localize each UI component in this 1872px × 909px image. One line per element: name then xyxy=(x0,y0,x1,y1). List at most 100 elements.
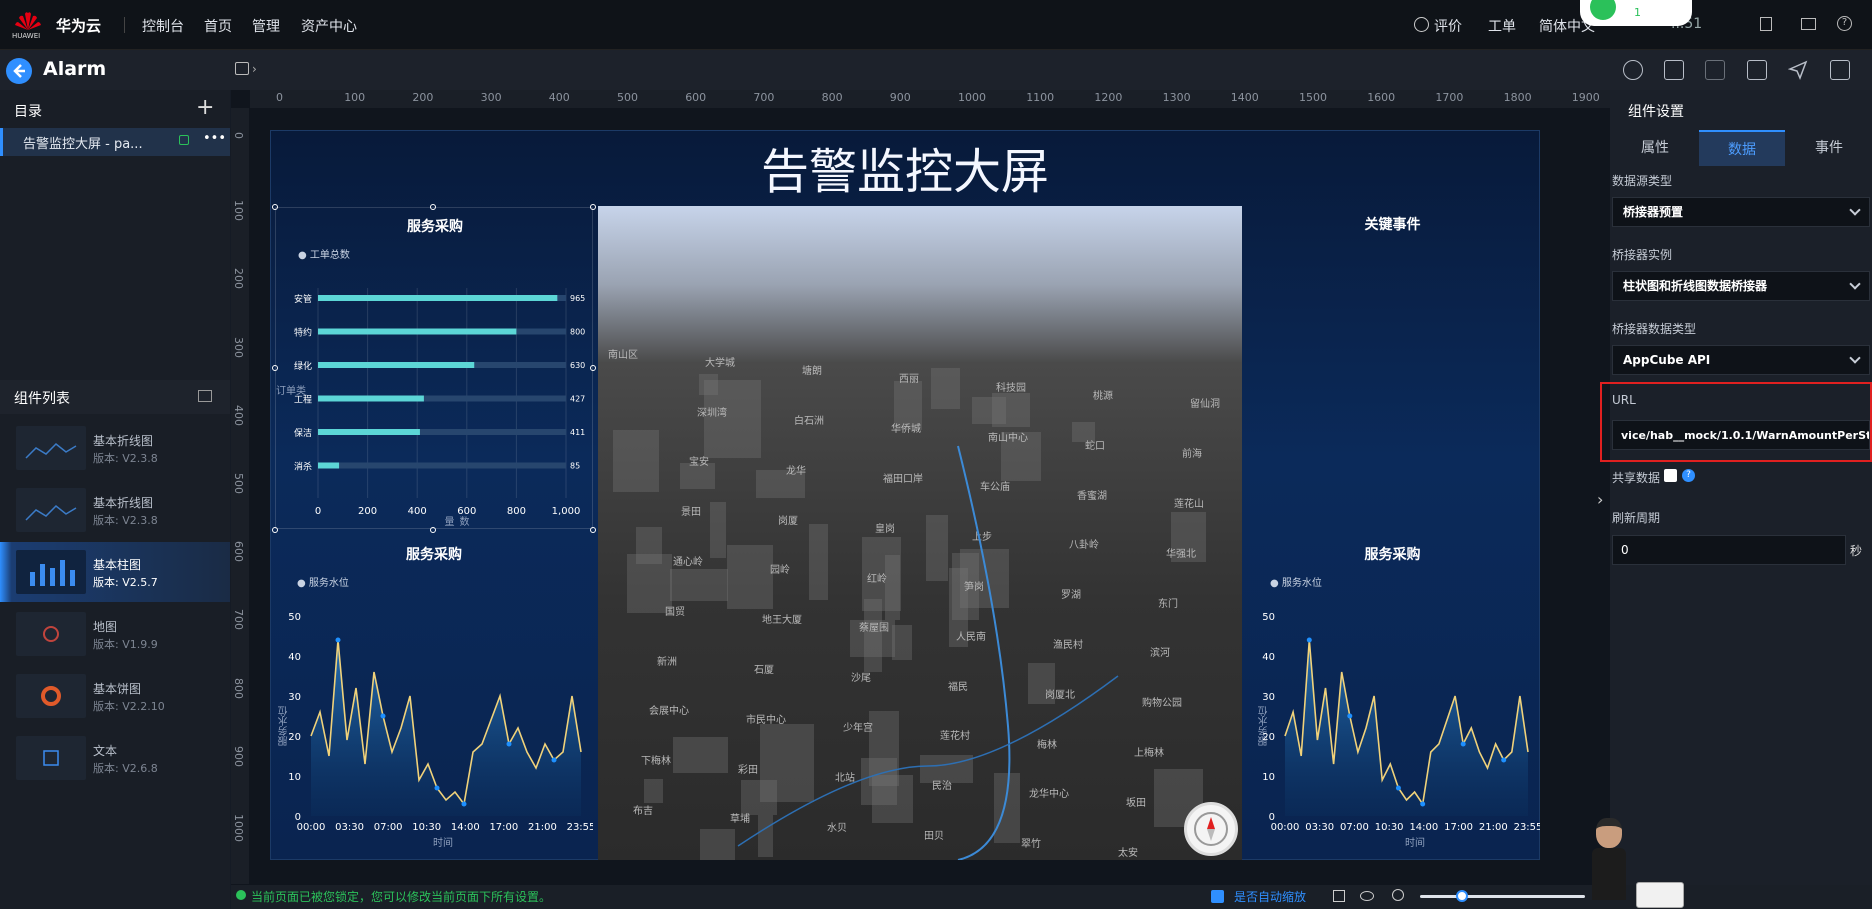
component-card[interactable]: 基本折线图 版本: V2.3.8 xyxy=(0,480,230,540)
refresh-input[interactable] xyxy=(1612,535,1846,565)
help-icon[interactable]: ? xyxy=(1837,16,1852,31)
nav-assets[interactable]: 资产中心 xyxy=(301,16,357,36)
x-tick-label: 00:00 xyxy=(297,822,326,833)
resize-handle[interactable] xyxy=(430,204,436,210)
zoom-slider[interactable] xyxy=(1420,895,1585,898)
resize-handle[interactable] xyxy=(272,204,278,210)
line-chart-panel-left[interactable]: 服务采购 ● 服务水位 服务水位 时间 0 10 20 30 40 50 00:00 03:3… xyxy=(275,536,593,856)
data-point xyxy=(1420,801,1426,807)
brand-name[interactable]: 华为云 xyxy=(56,15,101,36)
preview-icon[interactable] xyxy=(1830,60,1850,80)
huawei-logo[interactable] xyxy=(14,10,42,32)
more-options-button[interactable]: ••• xyxy=(203,131,226,146)
nav-manage[interactable]: 管理 xyxy=(252,16,280,36)
tab-data[interactable]: 数据 xyxy=(1699,130,1785,166)
x-tick-label: 07:00 xyxy=(374,822,403,833)
tab-properties[interactable]: 属性 xyxy=(1612,130,1698,166)
url-input[interactable] xyxy=(1612,420,1870,450)
nav-home[interactable]: 首页 xyxy=(204,16,232,36)
arrow-left-icon xyxy=(13,64,25,78)
y-tick-label: 20 xyxy=(288,732,301,743)
unlock-icon[interactable] xyxy=(1705,60,1725,80)
x-tick-label: 17:00 xyxy=(1444,822,1473,833)
dashboard-title[interactable]: 告警监控大屏 xyxy=(270,132,1540,202)
divider xyxy=(124,17,125,33)
add-page-button[interactable]: + xyxy=(196,95,214,120)
ruler-tick-label: 800 xyxy=(232,677,245,699)
component-name: 基本折线图 xyxy=(93,496,154,510)
line-chart-panel-right[interactable]: 服务采购 ● 服务水位 服务水位 时间 0 10 20 30 40 50 00:00 03:3… xyxy=(1245,536,1540,856)
ime-toolbar[interactable] xyxy=(1636,882,1684,908)
select-value: 柱状图和折线图数据桥接器 xyxy=(1623,279,1768,293)
lock-icon[interactable] xyxy=(1664,60,1684,80)
resize-handle[interactable] xyxy=(272,527,278,533)
feedback-link[interactable]: 评价 xyxy=(1434,16,1462,36)
back-button[interactable] xyxy=(6,58,32,84)
y-tick-label: 40 xyxy=(288,652,301,663)
component-card[interactable]: 基本饼图 版本: V2.2.10 xyxy=(0,666,230,726)
component-card[interactable]: 文本 版本: V2.6.8 xyxy=(0,728,230,788)
bar-chart: 0 200 400 600 800 1,000 安管 965 特约 800 绿化 630 工程 427 保洁… xyxy=(294,288,585,517)
zoom-slider-handle[interactable] xyxy=(1456,890,1468,902)
tab-events[interactable]: 事件 xyxy=(1786,130,1872,166)
smile-icon[interactable] xyxy=(1414,17,1429,32)
component-card[interactable]: 基本折线图 版本: V2.3.8 xyxy=(0,418,230,478)
compass-button[interactable] xyxy=(1184,802,1238,856)
page-icon[interactable] xyxy=(235,62,249,75)
collapse-panel-icon[interactable]: › xyxy=(1597,490,1611,510)
resize-handle[interactable] xyxy=(590,365,596,371)
ruler-tick-label: 1900 xyxy=(1571,91,1600,104)
resize-handle[interactable] xyxy=(590,204,596,210)
ruler-tick-label: 400 xyxy=(232,404,245,426)
x-tick-label: 600 xyxy=(457,506,476,517)
auto-scale-checkbox[interactable] xyxy=(1211,890,1224,903)
y-tick-label: 20 xyxy=(1262,732,1275,743)
chevron-right-icon[interactable]: › xyxy=(252,62,257,76)
ruler-tick-label: 900 xyxy=(889,91,911,104)
speaker-icon[interactable] xyxy=(1760,17,1772,31)
ruler-tick-label: 600 xyxy=(232,541,245,563)
gear-icon[interactable] xyxy=(1623,60,1643,80)
resize-handle[interactable] xyxy=(590,527,596,533)
send-icon[interactable] xyxy=(1787,60,1808,81)
ruler-tick-label: 0 xyxy=(232,132,245,139)
component-name: 文本 xyxy=(93,744,118,758)
bridge-type-select[interactable]: AppCube API xyxy=(1612,345,1870,375)
share-data-checkbox[interactable] xyxy=(1664,469,1677,482)
ruler-tick-label: 500 xyxy=(232,473,245,494)
datasource-select[interactable]: 桥接器预置 xyxy=(1612,197,1870,227)
resize-handle[interactable] xyxy=(430,527,436,533)
share-data-label: 共享数据 xyxy=(1612,471,1661,485)
page-title: Alarm xyxy=(43,58,107,80)
ruler-tick-label: 200 xyxy=(232,268,245,290)
auto-scale-label: 是否自动缩放 xyxy=(1234,890,1307,904)
expand-icon[interactable] xyxy=(198,390,212,402)
save-icon[interactable] xyxy=(1747,60,1767,80)
bridge-select[interactable]: 柱状图和折线图数据桥接器 xyxy=(1612,271,1870,301)
resize-handle[interactable] xyxy=(272,365,278,371)
mail-icon[interactable] xyxy=(1801,18,1816,30)
bar xyxy=(318,395,424,402)
ticket-link[interactable]: 工单 xyxy=(1488,16,1516,36)
nav-console[interactable]: 控制台 xyxy=(142,16,184,36)
events-panel[interactable]: 关键事件 xyxy=(1245,206,1540,506)
ruler-tick-label: 700 xyxy=(232,609,245,631)
city-map[interactable]: 南山区 大学城 塘朗 西丽 科技园 桃源 留仙洞 深圳湾 白石洲 华侨城 南山中心 蛇口 前海 宝安 龙华福… xyxy=(598,206,1242,860)
bridge-type-label: 桥接器数据类型 xyxy=(1612,322,1697,336)
grid-icon[interactable] xyxy=(1333,890,1345,902)
lock-icon[interactable] xyxy=(179,135,189,145)
ruler-left xyxy=(231,108,249,884)
data-label: 85 xyxy=(570,462,580,471)
component-card[interactable]: 地图 版本: V1.9.9 xyxy=(0,604,230,664)
ruler-tick-label: 1100 xyxy=(1026,91,1055,104)
component-card-selected[interactable]: 基本柱图 版本: V2.5.7 xyxy=(0,542,230,602)
eye-icon[interactable] xyxy=(1360,891,1374,901)
zoom-out-icon[interactable] xyxy=(1392,889,1404,901)
bar-chart-panel[interactable]: 服务采购 ● 工单总数 订单类 数量 0 200 400 600 800 1,000 安管 9… xyxy=(275,207,593,529)
component-version: 版本: V2.3.8 xyxy=(93,514,158,527)
help-icon[interactable]: ? xyxy=(1682,469,1695,482)
ruler-top xyxy=(250,90,1610,108)
wifi-widget: 1 xyxy=(1580,0,1692,26)
data-point xyxy=(506,741,512,747)
page-tree-item[interactable]: 告警监控大屏 - pa... ••• xyxy=(0,128,230,156)
